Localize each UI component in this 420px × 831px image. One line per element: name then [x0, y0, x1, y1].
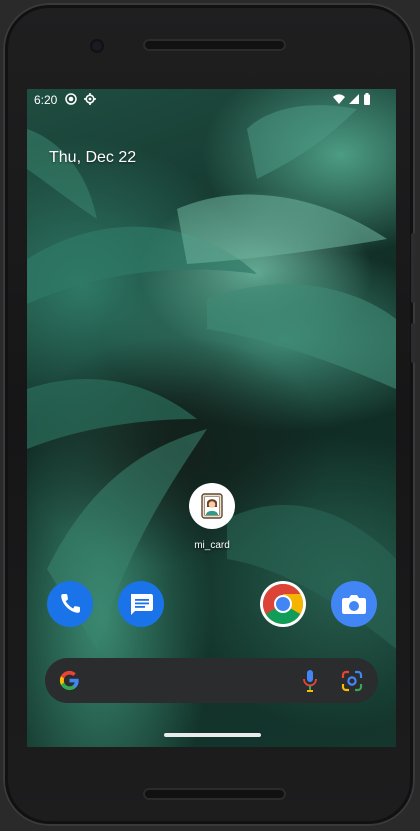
- chrome-icon: [263, 584, 303, 624]
- microphone-icon[interactable]: [302, 669, 318, 693]
- home-screen: 6:20 Thu, Dec 22 mi_card: [27, 89, 396, 747]
- person-card-icon: [201, 493, 223, 519]
- mi-card-app-icon[interactable]: [189, 483, 235, 529]
- messages-icon: [131, 594, 153, 615]
- status-time: 6:20: [34, 93, 58, 107]
- bottom-speaker: [143, 788, 286, 800]
- status-bar: 6:20: [27, 89, 396, 111]
- volume-button: [411, 233, 415, 303]
- dock-messages-app[interactable]: [118, 581, 164, 627]
- camera-icon: [342, 595, 366, 614]
- power-button: [411, 323, 415, 363]
- google-search-bar[interactable]: [45, 658, 378, 703]
- dock-chrome-app[interactable]: [260, 581, 306, 627]
- cellular-signal-icon: [349, 94, 359, 104]
- top-speaker: [143, 39, 286, 51]
- settings-gear-icon: [84, 93, 96, 105]
- date-widget[interactable]: Thu, Dec 22: [49, 149, 136, 167]
- wallpaper-leaves: [27, 105, 396, 649]
- record-icon: [65, 93, 77, 105]
- mi-card-app-label: mi_card: [194, 540, 230, 551]
- google-g-icon[interactable]: [58, 669, 81, 692]
- phone-icon: [61, 594, 80, 613]
- battery-icon: [364, 93, 370, 105]
- wifi-icon: [333, 94, 345, 104]
- google-lens-icon[interactable]: [341, 670, 363, 692]
- gesture-navigation-handle[interactable]: [164, 733, 261, 737]
- dock-phone-app[interactable]: [47, 581, 93, 627]
- front-camera: [92, 41, 102, 51]
- dock-camera-app[interactable]: [331, 581, 377, 627]
- wallpaper: [27, 89, 396, 747]
